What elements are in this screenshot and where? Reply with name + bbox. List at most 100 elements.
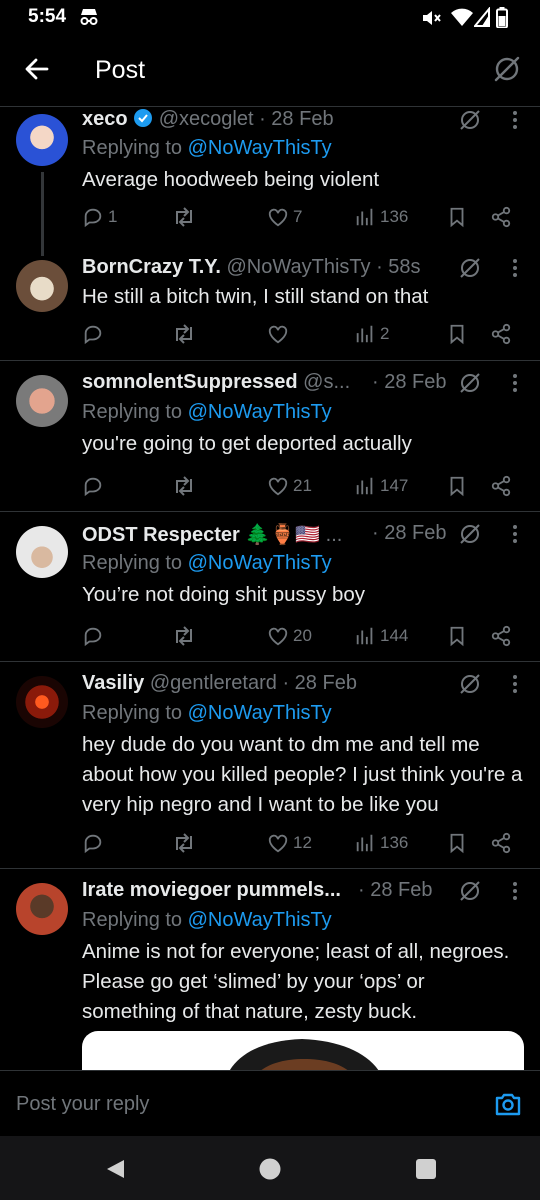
views-button[interactable]: 144 <box>354 625 408 647</box>
bookmark-button[interactable] <box>446 323 468 345</box>
repost-button[interactable] <box>172 206 200 228</box>
grok-button[interactable] <box>458 672 482 701</box>
more-vertical-icon <box>513 882 517 900</box>
post-date: · 28 Feb <box>358 879 433 901</box>
grok-button[interactable] <box>492 54 522 89</box>
author-name[interactable]: BornCrazy T.Y. <box>82 256 221 278</box>
author-name[interactable]: ODST Respecter 🌲🏺🇺🇸 <box>82 524 320 546</box>
author-name[interactable]: Vasiliy <box>82 672 144 694</box>
author-handle[interactable]: @xecoglet <box>159 108 254 130</box>
post-actions: 1 7 136 <box>82 206 524 234</box>
reply-composer[interactable]: Post your reply <box>0 1070 540 1137</box>
repost-button[interactable] <box>172 832 200 854</box>
post-actions: 12 136 <box>82 832 524 860</box>
like-button[interactable]: 20 <box>267 625 312 647</box>
reply-item[interactable]: somnolentSuppressed @s... · 28 Feb Reply… <box>0 361 540 512</box>
like-count: 7 <box>293 207 303 226</box>
signal-icon <box>472 6 490 32</box>
view-count: 136 <box>380 833 409 852</box>
replying-to-link[interactable]: @NoWayThisTy <box>188 702 332 724</box>
reply-item[interactable]: Irate moviegoer pummels... · 28 Feb Repl… <box>0 869 540 1070</box>
nav-recents-button[interactable] <box>416 1159 436 1184</box>
back-button[interactable] <box>22 54 52 84</box>
grok-button[interactable] <box>458 879 482 908</box>
grok-icon <box>460 373 480 393</box>
bookmark-button[interactable] <box>446 475 468 497</box>
bookmark-icon <box>450 324 464 345</box>
share-button[interactable] <box>490 625 512 647</box>
share-button[interactable] <box>490 206 512 228</box>
views-button[interactable]: 2 <box>354 323 389 345</box>
share-button[interactable] <box>490 832 512 854</box>
more-vertical-icon <box>513 525 517 543</box>
author-handle[interactable]: @s... <box>303 371 350 393</box>
avatar[interactable] <box>16 526 68 578</box>
author-handle[interactable]: ... <box>326 524 343 546</box>
reply-input[interactable]: Post your reply <box>16 1093 149 1116</box>
grok-button[interactable] <box>458 371 482 400</box>
share-button[interactable] <box>490 323 512 345</box>
bookmark-button[interactable] <box>446 625 468 647</box>
like-button[interactable] <box>267 323 293 345</box>
avatar[interactable] <box>16 883 68 935</box>
like-button[interactable]: 21 <box>267 475 312 497</box>
share-button[interactable] <box>490 475 512 497</box>
author-handle[interactable]: @NoWayThisTy <box>227 256 371 278</box>
heart-icon <box>268 208 288 227</box>
reply-button[interactable]: 1 <box>82 206 117 228</box>
replying-to-link[interactable]: @NoWayThisTy <box>188 137 332 159</box>
reply-button[interactable] <box>82 625 108 647</box>
replying-to-link[interactable]: @NoWayThisTy <box>188 909 332 931</box>
views-button[interactable]: 136 <box>354 206 408 228</box>
post-text: Anime is not for everyone; least of all,… <box>82 940 510 1023</box>
repost-button[interactable] <box>172 625 200 647</box>
avatar[interactable] <box>16 676 68 728</box>
author-name[interactable]: Irate moviegoer pummels... <box>82 879 341 901</box>
status-bar: 5:54 <box>0 0 540 36</box>
top-app-bar: Post <box>0 36 540 107</box>
repost-button[interactable] <box>172 323 200 345</box>
grok-button[interactable] <box>458 256 482 285</box>
author-name[interactable]: xeco <box>82 108 128 130</box>
reply-feed[interactable]: xeco @xecoglet · 28 Feb Replying to @NoW… <box>0 106 540 1070</box>
repost-icon <box>176 833 192 853</box>
more-options-button[interactable] <box>512 110 518 135</box>
grok-icon <box>494 56 520 82</box>
more-options-button[interactable] <box>512 373 518 398</box>
analytics-icon <box>356 208 373 226</box>
reply-button[interactable] <box>82 832 108 854</box>
reply-item[interactable]: ODST Respecter 🌲🏺🇺🇸 ... · 28 Feb Replyin… <box>0 512 540 662</box>
views-button[interactable]: 136 <box>354 832 408 854</box>
camera-button[interactable] <box>494 1091 522 1122</box>
more-options-button[interactable] <box>512 258 518 283</box>
reply-item[interactable]: BornCrazy T.Y. @NoWayThisTy · 58s He sti… <box>0 246 540 361</box>
reply-button[interactable] <box>82 475 108 497</box>
bookmark-button[interactable] <box>446 832 468 854</box>
reply-item[interactable]: Vasiliy @gentleretard · 28 Feb Replying … <box>0 662 540 869</box>
author-name[interactable]: somnolentSuppressed <box>82 371 298 393</box>
replying-to-link[interactable]: @NoWayThisTy <box>188 552 332 574</box>
more-options-button[interactable] <box>512 674 518 699</box>
grok-button[interactable] <box>458 108 482 137</box>
attached-image[interactable] <box>82 1031 524 1070</box>
nav-back-button[interactable] <box>104 1158 126 1185</box>
author-handle[interactable]: @gentleretard <box>150 672 277 694</box>
reply-button[interactable] <box>82 323 108 345</box>
nav-home-button[interactable] <box>259 1158 281 1185</box>
avatar[interactable] <box>16 375 68 427</box>
wifi-icon <box>450 7 474 32</box>
repost-button[interactable] <box>172 475 200 497</box>
more-options-button[interactable] <box>512 524 518 549</box>
like-button[interactable]: 7 <box>267 206 302 228</box>
more-options-button[interactable] <box>512 881 518 906</box>
like-button[interactable]: 12 <box>267 832 312 854</box>
post-actions: 21 147 <box>82 475 524 503</box>
replying-to-link[interactable]: @NoWayThisTy <box>188 401 332 423</box>
like-count: 20 <box>293 626 312 645</box>
reply-item[interactable]: xeco @xecoglet · 28 Feb Replying to @NoW… <box>0 106 540 256</box>
avatar[interactable] <box>16 260 68 312</box>
avatar[interactable] <box>16 114 68 166</box>
grok-button[interactable] <box>458 522 482 551</box>
views-button[interactable]: 147 <box>354 475 408 497</box>
bookmark-button[interactable] <box>446 206 468 228</box>
